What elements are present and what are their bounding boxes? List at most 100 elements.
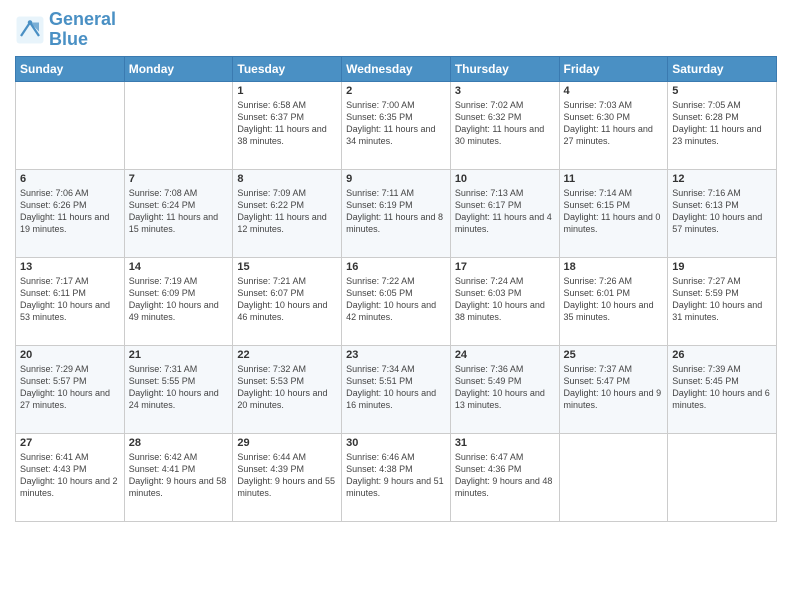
day-info: Sunrise: 7:22 AM Sunset: 6:05 PM Dayligh…	[346, 275, 446, 324]
day-number: 8	[237, 173, 337, 185]
calendar-week-row: 6Sunrise: 7:06 AM Sunset: 6:26 PM Daylig…	[16, 169, 777, 257]
day-info: Sunrise: 7:05 AM Sunset: 6:28 PM Dayligh…	[672, 99, 772, 148]
day-number: 16	[346, 261, 446, 273]
calendar-cell	[668, 433, 777, 521]
day-info: Sunrise: 7:06 AM Sunset: 6:26 PM Dayligh…	[20, 187, 120, 236]
day-number: 17	[455, 261, 555, 273]
day-number: 23	[346, 349, 446, 361]
day-number: 24	[455, 349, 555, 361]
day-info: Sunrise: 7:27 AM Sunset: 5:59 PM Dayligh…	[672, 275, 772, 324]
day-number: 20	[20, 349, 120, 361]
day-number: 21	[129, 349, 229, 361]
day-info: Sunrise: 6:46 AM Sunset: 4:38 PM Dayligh…	[346, 451, 446, 500]
day-number: 5	[672, 85, 772, 97]
day-number: 9	[346, 173, 446, 185]
day-info: Sunrise: 7:16 AM Sunset: 6:13 PM Dayligh…	[672, 187, 772, 236]
day-number: 30	[346, 437, 446, 449]
day-info: Sunrise: 6:44 AM Sunset: 4:39 PM Dayligh…	[237, 451, 337, 500]
calendar-cell: 3 Sunrise: 7:02 AM Sunset: 6:32 PM Daylig…	[450, 81, 559, 169]
weekday-header: Wednesday	[342, 56, 451, 81]
calendar-cell: 2 Sunrise: 7:00 AM Sunset: 6:35 PM Daylig…	[342, 81, 451, 169]
day-info: Sunrise: 7:39 AM Sunset: 5:45 PM Dayligh…	[672, 363, 772, 412]
day-info: Sunrise: 6:42 AM Sunset: 4:41 PM Dayligh…	[129, 451, 229, 500]
calendar-header-row: SundayMondayTuesdayWednesdayThursdayFrid…	[16, 56, 777, 81]
day-number: 28	[129, 437, 229, 449]
day-info: Sunrise: 6:47 AM Sunset: 4:36 PM Dayligh…	[455, 451, 555, 500]
calendar-cell: 13 Sunrise: 7:17 AM Sunset: 6:11 PM Dayli…	[16, 257, 125, 345]
calendar-cell: 30 Sunrise: 6:46 AM Sunset: 4:38 PM Dayli…	[342, 433, 451, 521]
day-info: Sunrise: 7:02 AM Sunset: 6:32 PM Dayligh…	[455, 99, 555, 148]
logo-blue: Blue	[49, 29, 88, 49]
calendar-cell: 11 Sunrise: 7:14 AM Sunset: 6:15 PM Dayli…	[559, 169, 668, 257]
day-info: Sunrise: 6:58 AM Sunset: 6:37 PM Dayligh…	[237, 99, 337, 148]
calendar-cell: 15 Sunrise: 7:21 AM Sunset: 6:07 PM Dayli…	[233, 257, 342, 345]
day-number: 7	[129, 173, 229, 185]
calendar-cell: 16 Sunrise: 7:22 AM Sunset: 6:05 PM Dayli…	[342, 257, 451, 345]
day-number: 13	[20, 261, 120, 273]
day-info: Sunrise: 7:32 AM Sunset: 5:53 PM Dayligh…	[237, 363, 337, 412]
day-number: 15	[237, 261, 337, 273]
day-info: Sunrise: 7:26 AM Sunset: 6:01 PM Dayligh…	[564, 275, 664, 324]
calendar-cell: 27 Sunrise: 6:41 AM Sunset: 4:43 PM Dayli…	[16, 433, 125, 521]
day-info: Sunrise: 6:41 AM Sunset: 4:43 PM Dayligh…	[20, 451, 120, 500]
calendar-cell: 21Sunrise: 7:31 AM Sunset: 5:55 PM Dayli…	[124, 345, 233, 433]
calendar-cell: 19Sunrise: 7:27 AM Sunset: 5:59 PM Dayli…	[668, 257, 777, 345]
day-number: 3	[455, 85, 555, 97]
calendar-cell	[16, 81, 125, 169]
weekday-header: Friday	[559, 56, 668, 81]
header: General Blue	[15, 10, 777, 50]
day-number: 25	[564, 349, 664, 361]
weekday-header: Tuesday	[233, 56, 342, 81]
calendar-cell: 1 Sunrise: 6:58 AM Sunset: 6:37 PM Daylig…	[233, 81, 342, 169]
calendar-cell: 17Sunrise: 7:24 AM Sunset: 6:03 PM Dayli…	[450, 257, 559, 345]
day-number: 14	[129, 261, 229, 273]
day-info: Sunrise: 7:03 AM Sunset: 6:30 PM Dayligh…	[564, 99, 664, 148]
day-number: 29	[237, 437, 337, 449]
day-number: 2	[346, 85, 446, 97]
day-number: 11	[564, 173, 664, 185]
weekday-header: Monday	[124, 56, 233, 81]
calendar-cell: 5 Sunrise: 7:05 AM Sunset: 6:28 PM Daylig…	[668, 81, 777, 169]
day-number: 27	[20, 437, 120, 449]
logo: General Blue	[15, 10, 116, 50]
day-number: 4	[564, 85, 664, 97]
calendar-cell: 31 Sunrise: 6:47 AM Sunset: 4:36 PM Dayli…	[450, 433, 559, 521]
calendar-cell: 20 Sunrise: 7:29 AM Sunset: 5:57 PM Dayli…	[16, 345, 125, 433]
logo-general: General	[49, 9, 116, 29]
calendar-cell	[559, 433, 668, 521]
day-number: 12	[672, 173, 772, 185]
calendar-week-row: 1 Sunrise: 6:58 AM Sunset: 6:37 PM Daylig…	[16, 81, 777, 169]
day-info: Sunrise: 7:29 AM Sunset: 5:57 PM Dayligh…	[20, 363, 120, 412]
day-number: 1	[237, 85, 337, 97]
weekday-header: Saturday	[668, 56, 777, 81]
day-info: Sunrise: 7:37 AM Sunset: 5:47 PM Dayligh…	[564, 363, 664, 412]
day-number: 31	[455, 437, 555, 449]
calendar-cell: 8 Sunrise: 7:09 AM Sunset: 6:22 PM Daylig…	[233, 169, 342, 257]
day-info: Sunrise: 7:34 AM Sunset: 5:51 PM Dayligh…	[346, 363, 446, 412]
calendar-cell: 18 Sunrise: 7:26 AM Sunset: 6:01 PM Dayli…	[559, 257, 668, 345]
day-info: Sunrise: 7:00 AM Sunset: 6:35 PM Dayligh…	[346, 99, 446, 148]
calendar-cell: 28 Sunrise: 6:42 AM Sunset: 4:41 PM Dayli…	[124, 433, 233, 521]
day-number: 18	[564, 261, 664, 273]
calendar-week-row: 20 Sunrise: 7:29 AM Sunset: 5:57 PM Dayli…	[16, 345, 777, 433]
day-info: Sunrise: 7:08 AM Sunset: 6:24 PM Dayligh…	[129, 187, 229, 236]
day-info: Sunrise: 7:09 AM Sunset: 6:22 PM Dayligh…	[237, 187, 337, 236]
day-info: Sunrise: 7:14 AM Sunset: 6:15 PM Dayligh…	[564, 187, 664, 236]
day-info: Sunrise: 7:13 AM Sunset: 6:17 PM Dayligh…	[455, 187, 555, 236]
day-info: Sunrise: 7:11 AM Sunset: 6:19 PM Dayligh…	[346, 187, 446, 236]
calendar-cell	[124, 81, 233, 169]
day-number: 22	[237, 349, 337, 361]
calendar: SundayMondayTuesdayWednesdayThursdayFrid…	[15, 56, 777, 522]
calendar-cell: 9 Sunrise: 7:11 AM Sunset: 6:19 PM Daylig…	[342, 169, 451, 257]
weekday-header: Thursday	[450, 56, 559, 81]
day-info: Sunrise: 7:17 AM Sunset: 6:11 PM Dayligh…	[20, 275, 120, 324]
calendar-cell: 6Sunrise: 7:06 AM Sunset: 6:26 PM Daylig…	[16, 169, 125, 257]
day-info: Sunrise: 7:21 AM Sunset: 6:07 PM Dayligh…	[237, 275, 337, 324]
calendar-cell: 14 Sunrise: 7:19 AM Sunset: 6:09 PM Dayli…	[124, 257, 233, 345]
calendar-cell: 25 Sunrise: 7:37 AM Sunset: 5:47 PM Dayli…	[559, 345, 668, 433]
day-info: Sunrise: 7:19 AM Sunset: 6:09 PM Dayligh…	[129, 275, 229, 324]
calendar-cell: 10Sunrise: 7:13 AM Sunset: 6:17 PM Dayli…	[450, 169, 559, 257]
page: General Blue SundayMondayTuesdayWednesda…	[0, 0, 792, 612]
calendar-week-row: 13 Sunrise: 7:17 AM Sunset: 6:11 PM Dayli…	[16, 257, 777, 345]
calendar-cell: 24Sunrise: 7:36 AM Sunset: 5:49 PM Dayli…	[450, 345, 559, 433]
